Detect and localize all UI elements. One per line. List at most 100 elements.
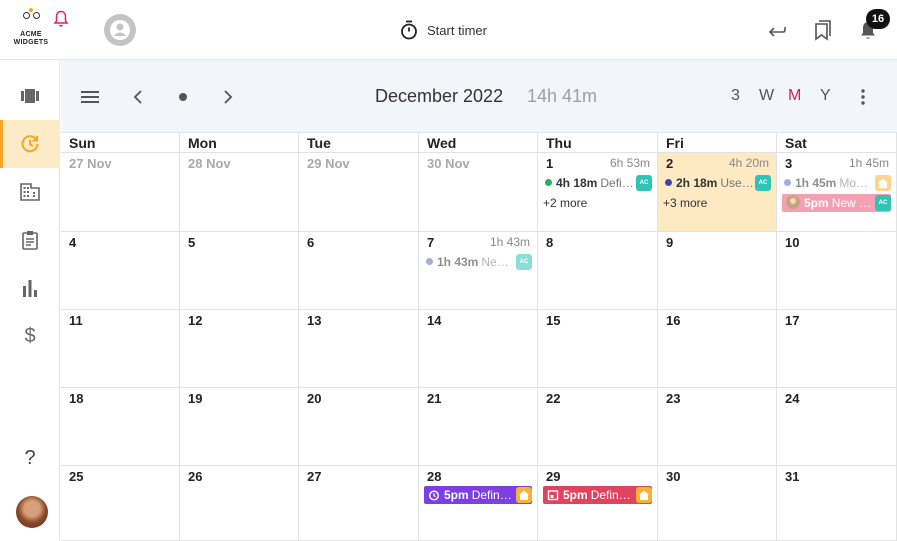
day-cell[interactable]: 13: [299, 310, 419, 388]
day-cell[interactable]: 1 6h 53m 4h 18m Defi… AC +2 more: [538, 153, 658, 232]
logo-text-line1: ACME: [20, 31, 42, 38]
time-entry[interactable]: 1h 45m Mo…: [782, 174, 891, 192]
day-cell[interactable]: 11: [61, 310, 180, 388]
clipboard-icon: [22, 231, 38, 250]
view-week[interactable]: W: [759, 87, 774, 105]
notification-count-badge: 16: [866, 9, 890, 29]
project-tag-icon: AC: [755, 175, 771, 191]
day-cell[interactable]: 19: [180, 388, 299, 466]
day-cell[interactable]: 5: [180, 232, 299, 310]
view-year[interactable]: Y: [820, 87, 831, 105]
day-cell[interactable]: 30 Nov: [419, 153, 538, 232]
more-options-button[interactable]: [852, 86, 874, 108]
user-avatar[interactable]: [16, 496, 48, 528]
day-cell[interactable]: 26: [180, 466, 299, 541]
logo-text: ACME WIDGETS: [8, 31, 54, 47]
time-entry[interactable]: 5pm Defin…: [424, 486, 532, 504]
day-cell[interactable]: 4: [61, 232, 180, 310]
day-cell[interactable]: 17: [777, 310, 897, 388]
day-number: 4: [69, 235, 77, 250]
status-dot-icon: [665, 179, 672, 186]
next-month-button[interactable]: [217, 86, 239, 108]
time-entry[interactable]: 4h 18m Defi… AC: [543, 174, 652, 192]
sidebar-item-billing[interactable]: $: [0, 312, 60, 360]
day-number: 6: [307, 235, 315, 250]
day-number: 29 Nov: [307, 156, 350, 171]
day-cell[interactable]: 7 1h 43m 1h 43m Ne… AC: [419, 232, 538, 310]
day-cell[interactable]: 15: [538, 310, 658, 388]
day-cell[interactable]: 10: [777, 232, 897, 310]
acme-widgets-logo[interactable]: ACME WIDGETS: [8, 8, 54, 52]
sidebar-item-tasks[interactable]: [0, 216, 60, 264]
time-entry[interactable]: 5pm New … AC: [782, 194, 891, 212]
weekday-header-wed: Wed: [419, 133, 538, 153]
calendar-toolbar: December 2022 14h 41m 3 W M Y: [61, 60, 897, 133]
entry-title: Use…: [720, 176, 754, 190]
chevron-left-icon: [133, 90, 142, 104]
day-cell[interactable]: 18: [61, 388, 180, 466]
day-number: 27: [307, 469, 322, 484]
day-cell[interactable]: 12: [180, 310, 299, 388]
day-cell[interactable]: 23: [658, 388, 777, 466]
day-cell[interactable]: 29 Nov: [299, 153, 419, 232]
more-entries-link[interactable]: +2 more: [543, 196, 587, 210]
chevron-right-icon: [224, 90, 233, 104]
day-cell[interactable]: 20: [299, 388, 419, 466]
person-icon: [110, 20, 130, 40]
day-number: 21: [427, 391, 442, 406]
sidebar-item-timer[interactable]: [0, 120, 60, 168]
day-number: 30: [666, 469, 681, 484]
sidebar-item-projects[interactable]: [0, 72, 60, 120]
time-entry[interactable]: 2h 18m Use… AC: [663, 174, 771, 192]
today-button[interactable]: [172, 86, 194, 108]
sidebar-item-clients[interactable]: [0, 168, 60, 216]
day-cell[interactable]: 14: [419, 310, 538, 388]
return-icon[interactable]: [766, 18, 788, 42]
day-number: 15: [546, 313, 561, 328]
view-month[interactable]: M: [788, 87, 801, 105]
day-cell[interactable]: 30: [658, 466, 777, 541]
day-number: 31: [785, 469, 800, 484]
day-cell[interactable]: 24: [777, 388, 897, 466]
hamburger-icon: [81, 91, 99, 103]
time-entry[interactable]: 1h 43m Ne… AC: [424, 253, 532, 271]
previous-month-button[interactable]: [127, 86, 149, 108]
status-dot-icon: [784, 179, 791, 186]
start-timer-button[interactable]: Start timer: [400, 18, 487, 42]
workspace-avatar[interactable]: [104, 14, 136, 46]
entry-title: New …: [831, 196, 872, 210]
day-cell[interactable]: 8: [538, 232, 658, 310]
day-cell[interactable]: 28 5pm Defin…: [419, 466, 538, 541]
day-cell[interactable]: 3 1h 45m 1h 45m Mo… 5pm New … AC: [777, 153, 897, 232]
time-entry[interactable]: 5pm Defin…: [543, 486, 652, 504]
help-button[interactable]: ?: [0, 438, 60, 478]
entry-title: Defi…: [600, 176, 634, 190]
person-avatar-icon: [786, 195, 800, 210]
month-title: December 2022: [375, 86, 504, 106]
more-entries-link[interactable]: +3 more: [663, 196, 707, 210]
menu-button[interactable]: [79, 86, 101, 108]
day-cell[interactable]: 6: [299, 232, 419, 310]
day-cell[interactable]: 25: [61, 466, 180, 541]
day-cell[interactable]: 27: [299, 466, 419, 541]
day-cell[interactable]: 16: [658, 310, 777, 388]
bookmarks-icon[interactable]: [812, 18, 834, 42]
sidebar-item-reports[interactable]: [0, 264, 60, 312]
home-icon: [875, 175, 891, 191]
day-cell[interactable]: 9: [658, 232, 777, 310]
day-cell[interactable]: 31: [777, 466, 897, 541]
day-number: 8: [546, 235, 554, 250]
clients-icon: [20, 183, 40, 201]
day-number: 25: [69, 469, 84, 484]
bell-icon[interactable]: [53, 10, 69, 28]
day-number: 27 Nov: [69, 156, 112, 171]
day-cell[interactable]: 28 Nov: [180, 153, 299, 232]
day-cell[interactable]: 21: [419, 388, 538, 466]
day-cell[interactable]: 27 Nov: [61, 153, 180, 232]
view-3-days[interactable]: 3: [731, 87, 740, 105]
day-cell[interactable]: 2 4h 20m 2h 18m Use… AC +3 more: [658, 153, 777, 232]
day-cell[interactable]: 29 5pm Defin…: [538, 466, 658, 541]
entry-duration: 1h 43m: [437, 255, 479, 269]
month-total-time: 14h 41m: [527, 86, 598, 106]
day-cell[interactable]: 22: [538, 388, 658, 466]
